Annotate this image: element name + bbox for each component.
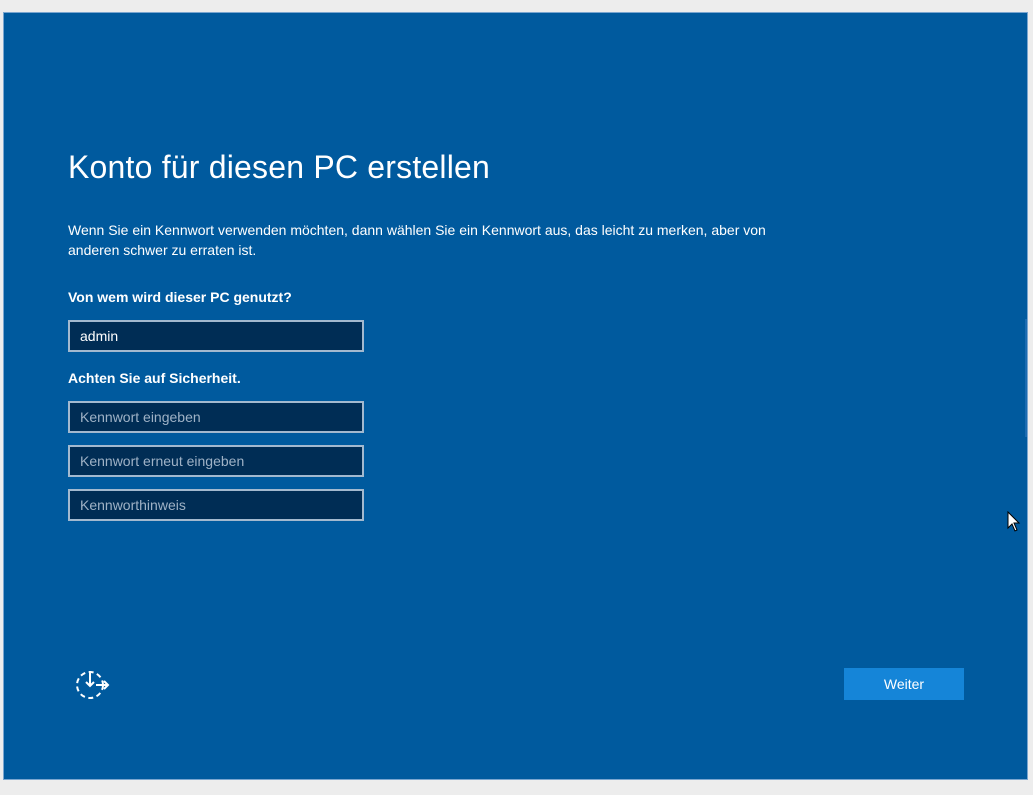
username-input[interactable]	[68, 320, 364, 352]
mouse-cursor-icon	[1007, 510, 1021, 533]
oobe-window: Konto für diesen PC erstellen Wenn Sie e…	[3, 12, 1028, 780]
account-setup-page: Konto für diesen PC erstellen Wenn Sie e…	[4, 13, 1027, 779]
next-button[interactable]: Weiter	[844, 668, 964, 700]
ease-of-access-icon[interactable]	[72, 667, 112, 703]
scrollbar-edge	[1025, 319, 1027, 437]
security-label: Achten Sie auf Sicherheit.	[68, 370, 241, 386]
page-description: Wenn Sie ein Kennwort verwenden möchten,…	[68, 222, 766, 258]
page-title: Konto für diesen PC erstellen	[68, 149, 491, 185]
username-label: Von wem wird dieser PC genutzt?	[68, 289, 292, 305]
password-input[interactable]	[68, 401, 364, 433]
password-hint-input[interactable]	[68, 489, 364, 521]
password-confirm-input[interactable]	[68, 445, 364, 477]
